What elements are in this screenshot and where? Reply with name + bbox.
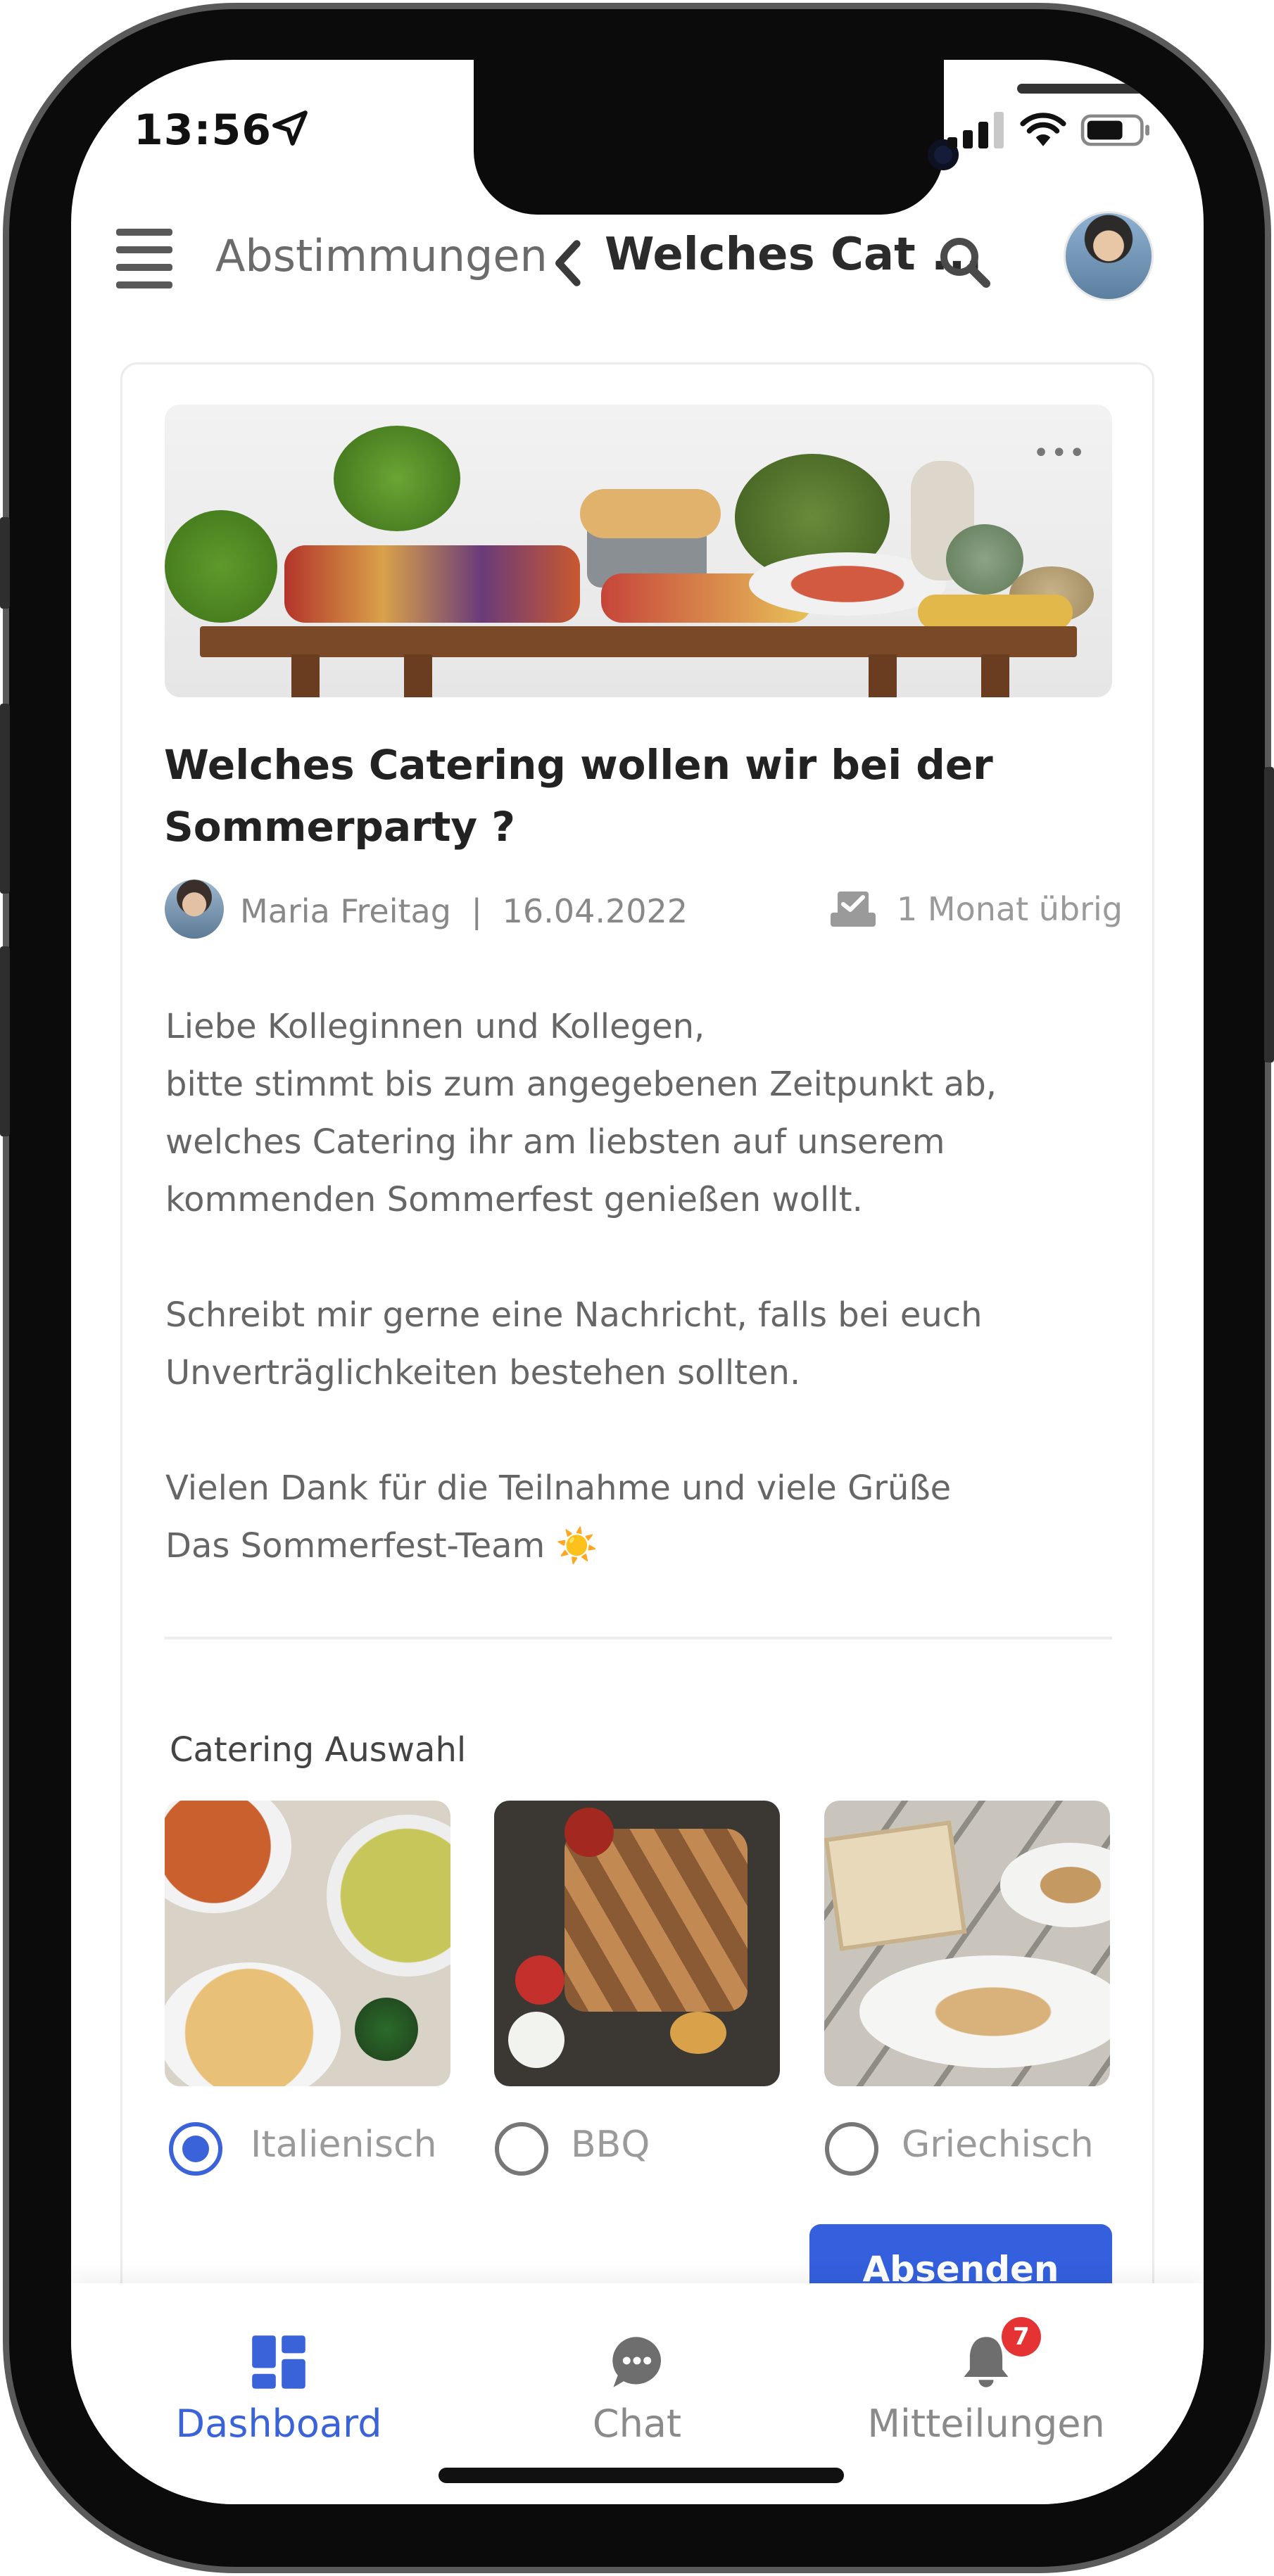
- ballot-box-icon: [831, 892, 876, 927]
- chevron-left-icon[interactable]: [553, 239, 585, 288]
- power-button: [1264, 767, 1274, 1062]
- option-label-italienisch[interactable]: Italienisch: [251, 2124, 437, 2166]
- volume-down-button: [0, 946, 10, 1136]
- earpiece-speaker: [1017, 84, 1202, 94]
- author-name: Maria Freitag: [240, 892, 451, 930]
- poll-question: Welches Catering wollen wir bei der Somm…: [164, 741, 993, 851]
- radio-bbq[interactable]: [495, 2122, 548, 2176]
- mute-switch: [0, 517, 10, 609]
- breadcrumb[interactable]: Abstimmungen: [215, 230, 548, 281]
- home-indicator[interactable]: [439, 2468, 844, 2483]
- tab-label-dashboard: Dashboard: [175, 2401, 382, 2446]
- poll-description: Liebe Kolleginnen und Kollegen, bitte st…: [165, 1007, 997, 1566]
- option-image-bbq[interactable]: [494, 1801, 780, 2086]
- option-image-griechisch[interactable]: [824, 1801, 1110, 2086]
- dashboard-icon: [252, 2335, 305, 2389]
- meta-separator: |: [471, 892, 483, 930]
- screen: 13:56 Abstimmungen Welches Cat ... ••• W…: [71, 60, 1204, 2504]
- divider: [165, 1637, 1112, 1639]
- status-time: 13:56: [134, 106, 272, 155]
- catering-hero-image: •••: [165, 405, 1112, 697]
- notch: [474, 60, 1202, 215]
- option-label-griechisch[interactable]: Griechisch: [902, 2124, 1094, 2166]
- tab-chat[interactable]: Chat: [489, 2283, 785, 2452]
- option-label-bbq[interactable]: BBQ: [571, 2124, 650, 2166]
- author-avatar: [165, 880, 224, 939]
- location-arrow-icon: [272, 110, 308, 146]
- user-avatar[interactable]: [1064, 211, 1154, 301]
- wifi-icon: [1020, 113, 1066, 146]
- battery-icon: [1080, 114, 1149, 146]
- volume-up-button: [0, 704, 10, 894]
- notification-badge: 7: [1002, 2317, 1041, 2356]
- tab-label-chat: Chat: [592, 2401, 682, 2446]
- radio-griechisch[interactable]: [825, 2122, 878, 2176]
- radio-italienisch[interactable]: [169, 2122, 222, 2176]
- cellular-signal-icon: [947, 112, 1004, 148]
- tab-dashboard[interactable]: Dashboard: [131, 2283, 427, 2452]
- search-icon[interactable]: [937, 234, 993, 291]
- section-title: Catering Auswahl: [170, 1730, 467, 1770]
- poll-date: 16.04.2022: [502, 892, 688, 930]
- author-meta: Maria Freitag | 16.04.2022: [240, 892, 688, 930]
- menu-icon[interactable]: [116, 229, 172, 288]
- page-title: Welches Cat ...: [605, 229, 983, 281]
- tab-label-mitteilungen: Mitteilungen: [867, 2401, 1105, 2446]
- option-image-italienisch[interactable]: [165, 1801, 450, 2086]
- tab-mitteilungen[interactable]: 7 Mitteilungen: [838, 2283, 1134, 2452]
- chat-icon: [612, 2337, 662, 2387]
- time-remaining: 1 Monat übrig: [897, 890, 1123, 928]
- more-options-icon[interactable]: •••: [1033, 437, 1087, 469]
